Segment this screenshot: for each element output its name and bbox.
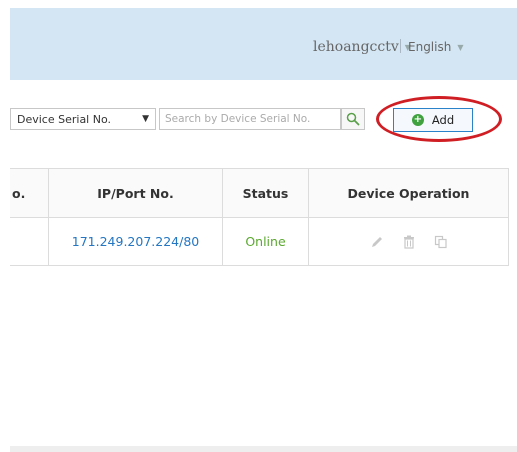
chevron-down-icon[interactable]: ▼ <box>457 43 463 52</box>
column-header-no: o. <box>10 169 49 217</box>
plus-circle-icon: + <box>411 114 424 126</box>
cell-ip-port: 171.249.207.224/80 <box>49 218 223 265</box>
device-table: o. IP/Port No. Status Device Operation 1… <box>10 168 509 266</box>
cell-no <box>10 218 49 265</box>
column-header-status: Status <box>223 169 309 217</box>
search-filter-value: Device Serial No. <box>17 112 111 126</box>
language-label[interactable]: English <box>408 40 451 54</box>
top-header: lehoangcctv ▼ English ▼ <box>10 8 517 80</box>
ip-port-link[interactable]: 171.249.207.224/80 <box>72 234 199 249</box>
language-menu[interactable]: English ▼ <box>408 37 464 57</box>
search-icon <box>346 112 360 126</box>
column-header-ip-port: IP/Port No. <box>49 169 223 217</box>
caret-down-icon: ▼ <box>142 114 149 124</box>
delete-icon[interactable] <box>402 235 416 249</box>
search-filter-select[interactable]: Device Serial No. ▼ <box>10 108 156 130</box>
copy-icon[interactable] <box>434 235 448 249</box>
cell-device-operation <box>309 218 508 265</box>
user-menu[interactable]: lehoangcctv ▼ <box>313 37 411 57</box>
add-device-button[interactable]: + Add <box>393 108 473 132</box>
table-header-row: o. IP/Port No. Status Device Operation <box>10 169 508 218</box>
search-input[interactable] <box>159 108 341 130</box>
header-divider <box>400 39 401 53</box>
search-button[interactable] <box>341 108 365 130</box>
status-text: Online <box>245 234 286 249</box>
footer-strip <box>10 446 517 452</box>
cell-status: Online <box>223 218 309 265</box>
add-button-label: Add <box>431 113 455 127</box>
edit-icon[interactable] <box>370 235 384 249</box>
username[interactable]: lehoangcctv <box>313 39 399 55</box>
column-header-device-operation: Device Operation <box>347 185 470 201</box>
table-row: 171.249.207.224/80 Online <box>10 218 508 265</box>
